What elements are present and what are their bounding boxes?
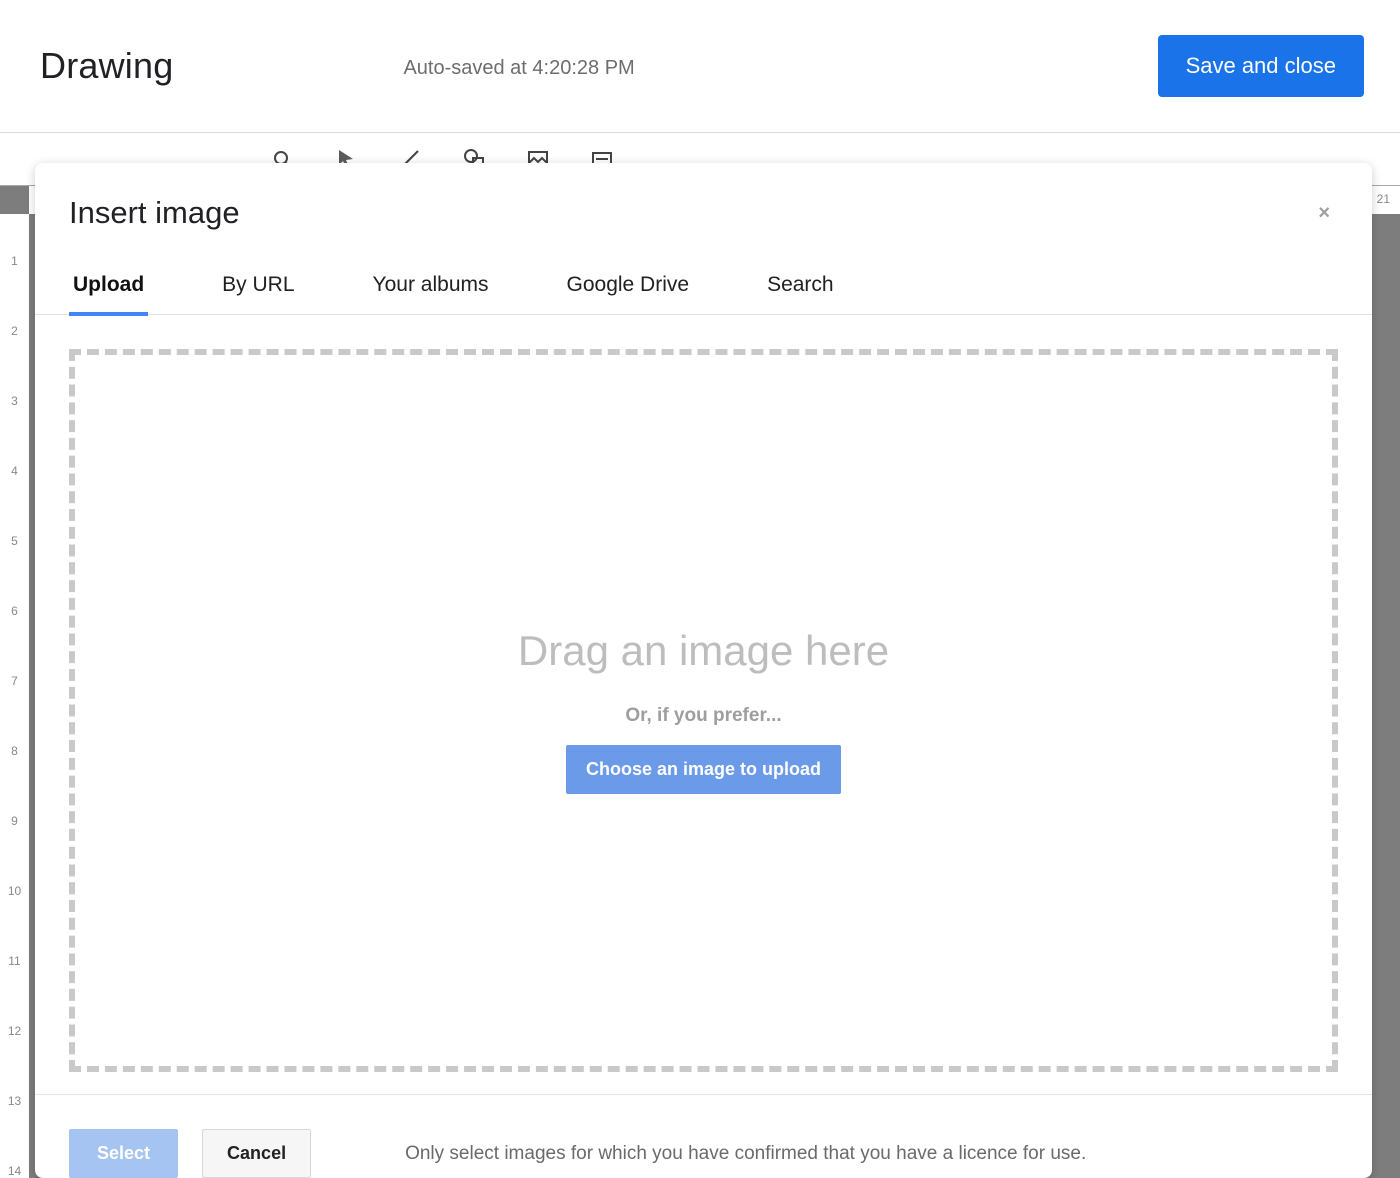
ruler-tick: 7: [0, 674, 29, 688]
ruler-tick: 14: [0, 1164, 29, 1178]
ruler-tick-21: 21: [1377, 192, 1390, 206]
ruler-tick: 4: [0, 464, 29, 478]
insert-image-modal: Insert image × Upload By URL Your albums…: [35, 163, 1372, 1178]
ruler-tick: 13: [0, 1094, 29, 1108]
modal-footer: Select Cancel Only select images for whi…: [35, 1094, 1372, 1178]
dropzone-heading: Drag an image here: [518, 627, 889, 675]
vertical-ruler: 1 2 3 4 5 6 7 8 9 10 11 12 13 14: [0, 214, 29, 1178]
autosave-status: Auto-saved at 4:20:28 PM: [403, 57, 634, 80]
ruler-tick: 3: [0, 394, 29, 408]
ruler-tick: 12: [0, 1024, 29, 1038]
modal-header: Insert image ×: [35, 163, 1372, 255]
select-button[interactable]: Select: [69, 1129, 178, 1178]
drawing-title: Drawing: [40, 45, 173, 87]
footer-licence-note: Only select images for which you have co…: [405, 1143, 1086, 1165]
upload-dropzone[interactable]: Drag an image here Or, if you prefer... …: [69, 349, 1338, 1072]
tab-search[interactable]: Search: [767, 255, 834, 315]
tab-your-albums[interactable]: Your albums: [373, 255, 489, 315]
save-and-close-button[interactable]: Save and close: [1158, 35, 1364, 97]
ruler-tick: 11: [0, 954, 29, 968]
tab-google-drive[interactable]: Google Drive: [567, 255, 690, 315]
ruler-tick: 2: [0, 324, 29, 338]
ruler-tick: 8: [0, 744, 29, 758]
dropzone-container: Drag an image here Or, if you prefer... …: [35, 315, 1372, 1094]
ruler-tick: 5: [0, 534, 29, 548]
tab-upload[interactable]: Upload: [73, 255, 144, 315]
ruler-tick: 1: [0, 254, 29, 268]
dropzone-subtext: Or, if you prefer...: [625, 705, 781, 727]
ruler-tick: 10: [0, 884, 29, 898]
modal-tabs: Upload By URL Your albums Google Drive S…: [35, 255, 1372, 315]
cancel-button[interactable]: Cancel: [202, 1129, 311, 1178]
ruler-tick: 9: [0, 814, 29, 828]
ruler-tick: 6: [0, 604, 29, 618]
choose-image-button[interactable]: Choose an image to upload: [566, 745, 841, 794]
modal-title: Insert image: [69, 195, 240, 231]
close-icon[interactable]: ×: [1310, 198, 1338, 229]
drawing-header: Drawing Auto-saved at 4:20:28 PM Save an…: [0, 0, 1400, 133]
tab-by-url[interactable]: By URL: [222, 255, 294, 315]
